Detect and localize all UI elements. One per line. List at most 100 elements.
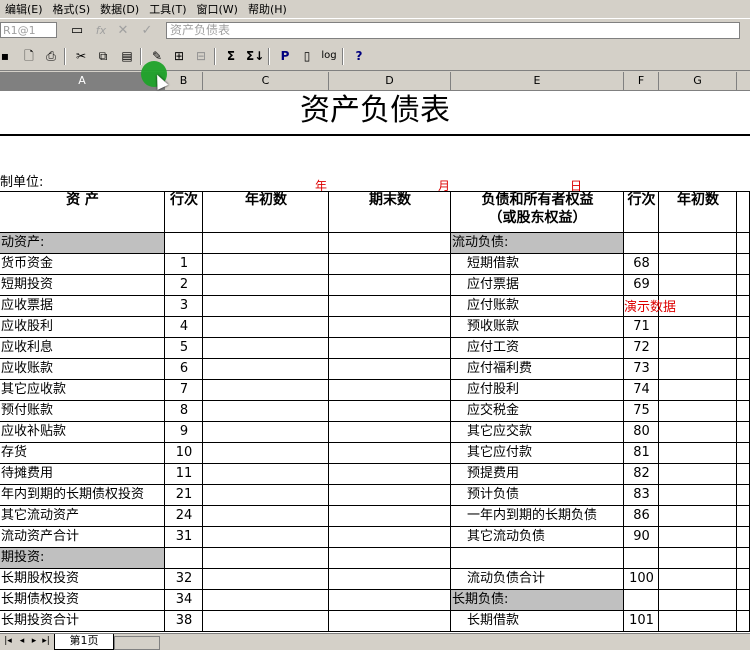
liability-name-cell[interactable]: 短期借款 <box>451 254 624 275</box>
asset-begin-cell[interactable] <box>203 254 329 275</box>
asset-row-no-cell[interactable]: 21 <box>165 485 203 506</box>
asset-name-cell[interactable]: 长期投资合计 <box>0 611 165 632</box>
asset-begin-cell[interactable] <box>203 527 329 548</box>
extra-cell[interactable] <box>737 401 750 422</box>
insert-icon[interactable]: ⊞ <box>170 47 188 65</box>
liability-row-no-cell[interactable]: 90 <box>624 527 659 548</box>
asset-end-cell[interactable] <box>329 296 451 317</box>
asset-end-cell[interactable] <box>329 569 451 590</box>
paste-icon[interactable]: ▤ <box>118 47 136 65</box>
page-icon[interactable]: ▯ <box>298 47 316 65</box>
liability-name-cell[interactable]: 长期负债: <box>451 590 624 611</box>
asset-end-cell[interactable] <box>329 443 451 464</box>
header-begin-2[interactable]: 年初数 <box>659 191 737 233</box>
liability-row-no-cell[interactable]: 86 <box>624 506 659 527</box>
asset-begin-cell[interactable] <box>203 401 329 422</box>
header-extra[interactable] <box>737 191 750 233</box>
asset-end-cell[interactable] <box>329 548 451 569</box>
tab-page-1[interactable]: 第1页 <box>54 634 114 650</box>
liability-begin-cell[interactable] <box>659 569 737 590</box>
liability-name-cell[interactable]: 应付福利费 <box>451 359 624 380</box>
asset-end-cell[interactable] <box>329 275 451 296</box>
cancel-icon[interactable]: ✕ <box>114 22 132 39</box>
liability-begin-cell[interactable] <box>659 506 737 527</box>
print-preview-icon[interactable]: 🗋 <box>20 47 38 65</box>
liability-row-no-cell[interactable]: 101 <box>624 611 659 632</box>
liability-row-no-cell[interactable]: 73 <box>624 359 659 380</box>
liability-begin-cell[interactable] <box>659 527 737 548</box>
header-row-no-2[interactable]: 行次 <box>624 191 659 233</box>
asset-name-cell[interactable]: 存货 <box>0 443 165 464</box>
asset-end-cell[interactable] <box>329 590 451 611</box>
liability-row-no-cell[interactable]: 80 <box>624 422 659 443</box>
extra-cell[interactable] <box>737 611 750 632</box>
print-icon[interactable]: ⎙ <box>42 47 60 65</box>
function-icon[interactable]: fx <box>92 22 110 39</box>
extra-cell[interactable] <box>737 527 750 548</box>
asset-begin-cell[interactable] <box>203 569 329 590</box>
asset-name-cell[interactable]: 应收账款 <box>0 359 165 380</box>
asset-end-cell[interactable] <box>329 401 451 422</box>
liability-row-no-cell[interactable] <box>624 590 659 611</box>
formula-input[interactable]: 资产负债表 <box>166 22 740 39</box>
menu-item[interactable]: 编辑(E) <box>0 1 48 17</box>
asset-begin-cell[interactable] <box>203 485 329 506</box>
asset-end-cell[interactable] <box>329 233 451 254</box>
asset-row-no-cell[interactable]: 24 <box>165 506 203 527</box>
liability-row-no-cell[interactable]: 71 <box>624 317 659 338</box>
liability-begin-cell[interactable] <box>659 401 737 422</box>
column-header-g[interactable]: G <box>659 72 737 90</box>
asset-row-no-cell[interactable] <box>165 548 203 569</box>
asset-end-cell[interactable] <box>329 527 451 548</box>
header-end[interactable]: 期末数 <box>329 191 451 233</box>
liability-name-cell[interactable]: 一年内到期的长期负债 <box>451 506 624 527</box>
save-icon[interactable]: ▪ <box>0 47 14 65</box>
menu-item[interactable]: 数据(D) <box>95 1 144 17</box>
asset-end-cell[interactable] <box>329 380 451 401</box>
liability-name-cell[interactable] <box>451 548 624 569</box>
asset-begin-cell[interactable] <box>203 611 329 632</box>
liability-name-cell[interactable]: 预提费用 <box>451 464 624 485</box>
cell-reference-box[interactable]: R1@1 <box>0 22 57 38</box>
asset-name-cell[interactable]: 其它流动资产 <box>0 506 165 527</box>
asset-row-no-cell[interactable]: 10 <box>165 443 203 464</box>
asset-name-cell[interactable]: 长期债权投资 <box>0 590 165 611</box>
liability-name-cell[interactable]: 应付账款 <box>451 296 624 317</box>
liability-begin-cell[interactable] <box>659 443 737 464</box>
asset-end-cell[interactable] <box>329 422 451 443</box>
asset-end-cell[interactable] <box>329 254 451 275</box>
asset-name-cell[interactable]: 动资产: <box>0 233 165 254</box>
p-icon[interactable]: P <box>276 47 294 65</box>
liability-row-no-cell[interactable] <box>624 548 659 569</box>
asset-name-cell[interactable]: 流动资产合计 <box>0 527 165 548</box>
asset-row-no-cell[interactable]: 1 <box>165 254 203 275</box>
extra-cell[interactable] <box>737 548 750 569</box>
asset-row-no-cell[interactable]: 6 <box>165 359 203 380</box>
liability-begin-cell[interactable] <box>659 464 737 485</box>
extra-cell[interactable] <box>737 380 750 401</box>
extra-cell[interactable] <box>737 443 750 464</box>
liability-row-no-cell[interactable]: 81 <box>624 443 659 464</box>
extra-cell[interactable] <box>737 233 750 254</box>
liability-row-no-cell[interactable] <box>624 233 659 254</box>
liability-name-cell[interactable]: 应付票据 <box>451 275 624 296</box>
liability-row-no-cell[interactable]: 72 <box>624 338 659 359</box>
extra-cell[interactable] <box>737 590 750 611</box>
asset-row-no-cell[interactable]: 11 <box>165 464 203 485</box>
liability-name-cell[interactable]: 其它应交款 <box>451 422 624 443</box>
asset-begin-cell[interactable] <box>203 548 329 569</box>
asset-name-cell[interactable]: 货币资金 <box>0 254 165 275</box>
asset-name-cell[interactable]: 其它应收款 <box>0 380 165 401</box>
asset-end-cell[interactable] <box>329 485 451 506</box>
dropdown-icon[interactable]: ▭ <box>68 22 86 39</box>
liability-begin-cell[interactable] <box>659 590 737 611</box>
asset-row-no-cell[interactable]: 31 <box>165 527 203 548</box>
copy-icon[interactable]: ⧉ <box>94 47 112 65</box>
asset-end-cell[interactable] <box>329 317 451 338</box>
asset-row-no-cell[interactable]: 2 <box>165 275 203 296</box>
liability-name-cell[interactable]: 应交税金 <box>451 401 624 422</box>
extra-cell[interactable] <box>737 338 750 359</box>
asset-name-cell[interactable]: 长期股权投资 <box>0 569 165 590</box>
extra-cell[interactable] <box>737 275 750 296</box>
extra-cell[interactable] <box>737 317 750 338</box>
